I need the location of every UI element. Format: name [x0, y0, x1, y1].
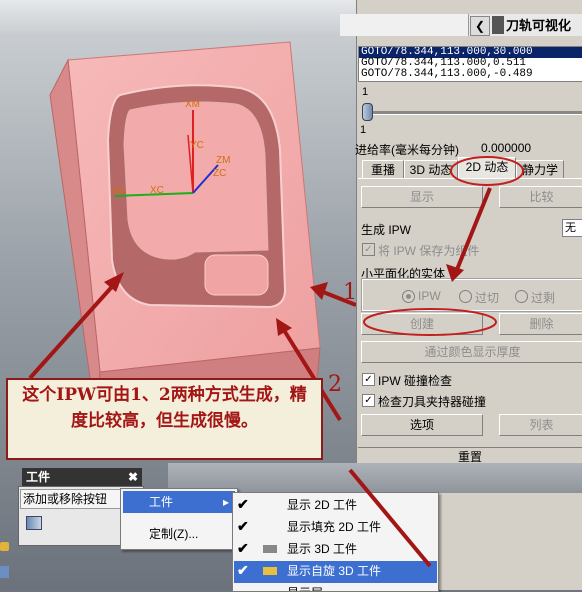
arrow-2-menu — [348, 468, 432, 568]
